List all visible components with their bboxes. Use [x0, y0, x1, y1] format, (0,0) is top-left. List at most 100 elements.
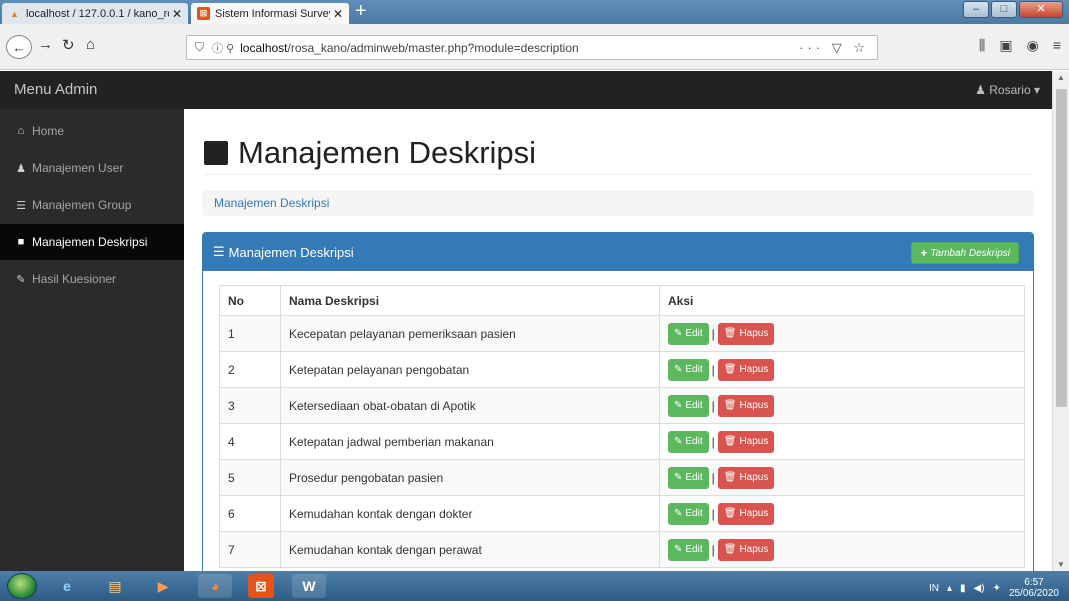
sidebar-item-label: Manajemen User [32, 161, 124, 175]
description-panel: ☰ Manajemen Deskripsi + Tambah Deskripsi… [202, 232, 1034, 582]
edit-button[interactable]: ✎ Edit [668, 322, 709, 345]
home-button[interactable]: ⌂ [86, 36, 95, 53]
wrench-icon: ✎ [674, 400, 683, 411]
wrench-icon: ✎ [674, 328, 683, 339]
sidebar-item-user[interactable]: ♟ Manajemen User [0, 150, 184, 186]
edit-button[interactable]: ✎ Edit [668, 358, 709, 381]
action-separator: | [711, 470, 715, 485]
page-title: Manajemen Deskripsi [204, 135, 1032, 175]
trash-icon: 🗑 [723, 472, 737, 483]
browser-tab-survey[interactable]: ⊠ Sistem Informasi Survey Kepua ✕ [191, 3, 349, 24]
scroll-up-icon[interactable]: ▲ [1057, 73, 1065, 82]
user-name: Rosario [989, 83, 1031, 97]
table-row: 2 Ketepatan pelayanan pengobatan ✎ Edit | 🗑 Ha… [219, 351, 1025, 388]
language-indicator[interactable]: IN [929, 583, 939, 594]
delete-label: Hapus [739, 400, 769, 411]
delete-button[interactable]: 🗑 Hapus [717, 358, 775, 381]
tray-expand-icon[interactable]: ▴ [947, 583, 952, 594]
delete-label: Hapus [739, 544, 769, 555]
menu-icon[interactable]: ≡ [1053, 37, 1061, 54]
back-button[interactable]: ← [6, 35, 32, 59]
url-path: /rosa_kano/adminweb/master.php?module=de… [287, 40, 579, 55]
library-icon[interactable]: ⫼ [979, 37, 985, 54]
edit-label: Edit [685, 544, 703, 555]
delete-label: Hapus [739, 436, 769, 447]
sidebar-item-kuesioner[interactable]: ✎ Hasil Kuesioner [0, 261, 184, 297]
sidebar-item-group[interactable]: ☰ Manajemen Group [0, 187, 184, 223]
delete-button[interactable]: 🗑 Hapus [717, 430, 775, 453]
edit-label: Edit [685, 328, 703, 339]
xampp-icon[interactable]: ⊠ [248, 574, 274, 598]
file-explorer-icon[interactable]: ▤ [98, 574, 132, 598]
close-tab-icon[interactable]: ✕ [172, 7, 182, 21]
forward-button[interactable]: → [38, 36, 53, 53]
clock[interactable]: 6:57 25/06/2020 [1009, 577, 1059, 599]
sidebar-item-home[interactable]: ⌂ Home [0, 113, 184, 149]
brand-title[interactable]: Menu Admin [14, 81, 97, 98]
edit-button[interactable]: ✎ Edit [668, 538, 709, 561]
maximize-button[interactable]: □ [991, 1, 1017, 18]
edit-button[interactable]: ✎ Edit [668, 430, 709, 453]
page-scrollbar[interactable]: ▲ ▼ [1052, 71, 1069, 571]
windows-taskbar: e ▤ ▶ ◕ ⊠ W IN ▴ ▮ ◀) ✦ 6:57 25/06/2020 [0, 571, 1069, 601]
battery-icon[interactable]: ▮ [960, 583, 966, 594]
row-actions: ✎ Edit | 🗑 Hapus [659, 459, 1025, 496]
delete-button[interactable]: 🗑 Hapus [717, 502, 775, 525]
breadcrumb: Manajemen Deskripsi [202, 190, 1034, 216]
network-icon[interactable]: ✦ [993, 583, 1001, 594]
phpmyadmin-icon: ▲ [10, 8, 19, 19]
edit-label: Edit [685, 400, 703, 411]
clock-time: 6:57 [1024, 577, 1044, 588]
delete-button[interactable]: 🗑 Hapus [717, 466, 775, 489]
row-actions: ✎ Edit | 🗑 Hapus [659, 315, 1025, 352]
row-description: Ketersediaan obat-obatan di Apotik [280, 387, 660, 424]
new-tab-button[interactable]: + [355, 1, 367, 21]
row-actions: ✎ Edit | 🗑 Hapus [659, 351, 1025, 388]
minimize-button[interactable]: – [963, 1, 989, 18]
delete-button[interactable]: 🗑 Hapus [717, 394, 775, 417]
row-number: 1 [219, 315, 281, 352]
system-tray: IN ▴ ▮ ◀) ✦ 6:57 25/06/2020 [929, 577, 1059, 599]
caret-down-icon: ▾ [1033, 83, 1040, 97]
reload-button[interactable]: ↻ [62, 36, 75, 54]
breadcrumb-link[interactable]: Manajemen Deskripsi [214, 196, 329, 210]
user-icon: ♟ [975, 83, 986, 97]
word-icon[interactable]: W [292, 574, 326, 598]
account-icon[interactable]: ◉ [1027, 37, 1039, 54]
user-menu[interactable]: ♟ Rosario ▾ [975, 83, 1040, 97]
delete-label: Hapus [739, 328, 769, 339]
address-bar[interactable]: ⛉ ⓘ ⚲ localhost/rosa_kano/adminweb/maste… [186, 35, 878, 60]
internet-explorer-icon[interactable]: e [50, 574, 84, 598]
screen: ▲ localhost / 127.0.0.1 / kano_ros ✕ ⊠ S… [0, 0, 1069, 601]
page-actions[interactable]: ··· ▽ ☆ [799, 40, 869, 56]
firefox-icon[interactable]: ◕ [198, 574, 232, 598]
edit-icon: ✎ [16, 273, 26, 286]
volume-icon[interactable]: ◀) [974, 583, 985, 594]
scroll-down-icon[interactable]: ▼ [1057, 560, 1065, 569]
scrollbar-thumb[interactable] [1056, 89, 1067, 407]
description-table: No Nama Deskripsi Aksi 1 Kecepatan pelaya… [219, 285, 1025, 568]
sidebar-icon[interactable]: ▣ [999, 37, 1012, 54]
square-icon [204, 140, 228, 165]
row-actions: ✎ Edit | 🗑 Hapus [659, 531, 1025, 568]
edit-button[interactable]: ✎ Edit [668, 394, 709, 417]
edit-button[interactable]: ✎ Edit [668, 502, 709, 525]
edit-button[interactable]: ✎ Edit [668, 466, 709, 489]
sidebar-item-deskripsi[interactable]: ■ Manajemen Deskripsi [0, 224, 184, 260]
toolbar-icons: ⫼ ▣ ◉ ≡ [979, 37, 1061, 54]
media-player-icon[interactable]: ▶ [146, 574, 180, 598]
delete-label: Hapus [739, 364, 769, 375]
close-tab-icon[interactable]: ✕ [333, 7, 343, 21]
delete-button[interactable]: 🗑 Hapus [717, 322, 775, 345]
start-button[interactable] [7, 573, 37, 599]
info-icon[interactable]: ⓘ ⚲ [212, 40, 234, 56]
delete-button[interactable]: 🗑 Hapus [717, 538, 775, 561]
edit-label: Edit [685, 472, 703, 483]
close-window-button[interactable]: ✕ [1019, 1, 1063, 18]
row-number: 6 [219, 495, 281, 532]
clock-date: 25/06/2020 [1008, 588, 1059, 599]
add-description-button[interactable]: + Tambah Deskripsi [911, 242, 1019, 264]
row-number: 2 [219, 351, 281, 388]
row-description: Ketepatan jadwal pemberian makanan [280, 423, 660, 460]
browser-tab-phpmyadmin[interactable]: ▲ localhost / 127.0.0.1 / kano_ros ✕ [2, 3, 188, 24]
